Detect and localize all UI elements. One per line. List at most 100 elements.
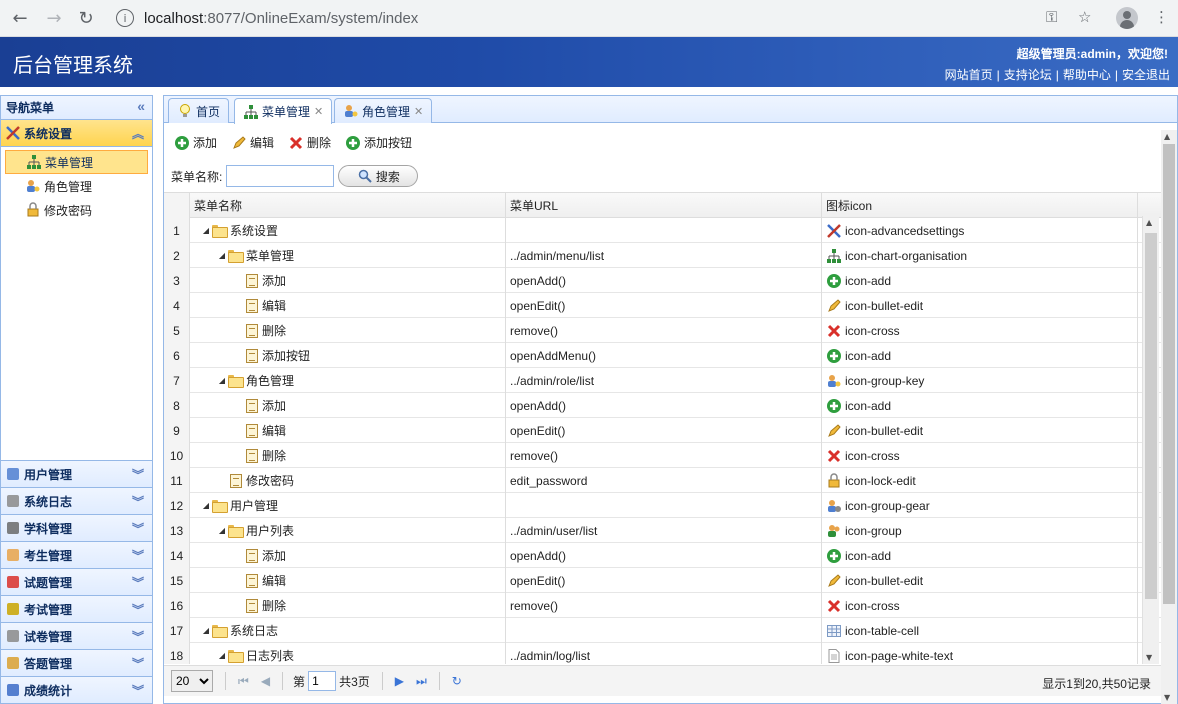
expand-arrow-icon[interactable]: ◢ <box>216 526 228 535</box>
expand-arrow-icon[interactable]: ◢ <box>216 651 228 660</box>
info-icon[interactable]: i <box>116 9 134 27</box>
cell-url[interactable]: openAdd() <box>506 543 822 568</box>
cell-url[interactable]: openEdit() <box>506 568 822 593</box>
tab-role-management[interactable]: 角色管理 ✕ <box>334 98 433 123</box>
next-page-icon[interactable]: ▶ <box>395 674 404 688</box>
address-bar[interactable]: i localhost:8077/OnlineExam/system/index <box>108 5 1108 31</box>
cell-url[interactable]: remove() <box>506 443 822 468</box>
table-row[interactable]: 5 删除 remove() icon-cross <box>164 318 1161 343</box>
close-icon[interactable]: ✕ <box>314 105 323 118</box>
cell-name[interactable]: 修改密码 <box>190 468 506 493</box>
collapse-icon[interactable]: « <box>137 98 145 114</box>
cell-icon[interactable]: icon-group-gear <box>822 493 1138 518</box>
grid-scrollbar[interactable]: ▲ ▼ <box>1142 216 1159 664</box>
star-icon[interactable]: ☆ <box>1078 8 1091 26</box>
cell-url[interactable]: openEdit() <box>506 293 822 318</box>
scroll-down-icon[interactable]: ▼ <box>1164 693 1170 702</box>
scroll-thumb[interactable] <box>1145 233 1157 599</box>
table-row[interactable]: 4 编辑 openEdit() icon-bullet-edit <box>164 293 1161 318</box>
accordion-group-4[interactable]: 考生管理 ︾ <box>1 542 152 569</box>
cell-icon[interactable]: icon-page-white-text <box>822 643 1138 664</box>
table-row[interactable]: 13 ◢ 用户列表 ../admin/user/list icon-group <box>164 518 1161 543</box>
chevron-down-icon[interactable]: ︾ <box>132 520 144 537</box>
menu-dots-icon[interactable]: ⋮ <box>1154 8 1169 26</box>
accordion-group-2[interactable]: 系统日志 ︾ <box>1 488 152 515</box>
accordion-group-1[interactable]: 用户管理 ︾ <box>1 461 152 488</box>
header-icon[interactable]: 图标icon <box>822 193 1138 218</box>
cell-name[interactable]: ◢ 用户管理 <box>190 493 506 518</box>
cell-name[interactable]: 编辑 <box>190 293 506 318</box>
cell-url[interactable]: remove() <box>506 593 822 618</box>
table-row[interactable]: 14 添加 openAdd() icon-add <box>164 543 1161 568</box>
link-logout[interactable]: 安全退出 <box>1122 68 1170 82</box>
accordion-group-7[interactable]: 试卷管理 ︾ <box>1 623 152 650</box>
cell-icon[interactable]: icon-lock-edit <box>822 468 1138 493</box>
table-row[interactable]: 9 编辑 openEdit() icon-bullet-edit <box>164 418 1161 443</box>
cell-url[interactable]: openAdd() <box>506 268 822 293</box>
accordion-system-settings[interactable]: 系统设置 ︽ <box>1 120 152 147</box>
cell-name[interactable]: 编辑 <box>190 418 506 443</box>
scroll-thumb[interactable] <box>1163 144 1175 604</box>
menu-name-input[interactable] <box>226 165 335 187</box>
cell-name[interactable]: ◢ 角色管理 <box>190 368 506 393</box>
cell-name[interactable]: ◢ 系统日志 <box>190 618 506 643</box>
cell-name[interactable]: 删除 <box>190 318 506 343</box>
cell-icon[interactable]: icon-bullet-edit <box>822 293 1138 318</box>
chevron-down-icon[interactable]: ︾ <box>132 601 144 618</box>
cell-icon[interactable]: icon-add <box>822 268 1138 293</box>
cell-url[interactable]: edit_password <box>506 468 822 493</box>
cell-icon[interactable]: icon-chart-organisation <box>822 243 1138 268</box>
edit-button[interactable]: 编辑 <box>231 134 274 151</box>
table-row[interactable]: 17 ◢ 系统日志 icon-table-cell <box>164 618 1161 643</box>
table-row[interactable]: 16 删除 remove() icon-cross <box>164 593 1161 618</box>
cell-name[interactable]: 添加 <box>190 543 506 568</box>
expand-arrow-icon[interactable]: ◢ <box>200 501 212 510</box>
cell-icon[interactable]: icon-cross <box>822 318 1138 343</box>
table-row[interactable]: 10 删除 remove() icon-cross <box>164 443 1161 468</box>
table-row[interactable]: 6 添加按钮 openAddMenu() icon-add <box>164 343 1161 368</box>
cell-icon[interactable]: icon-add <box>822 343 1138 368</box>
cell-url[interactable]: openAdd() <box>506 393 822 418</box>
table-row[interactable]: 1 ◢ 系统设置 icon-advancedsettings <box>164 218 1161 243</box>
cell-icon[interactable]: icon-add <box>822 393 1138 418</box>
link-home[interactable]: 网站首页 <box>945 68 993 82</box>
cell-icon[interactable]: icon-add <box>822 543 1138 568</box>
cell-icon[interactable]: icon-group <box>822 518 1138 543</box>
tab-menu-management[interactable]: 菜单管理 ✕ <box>234 98 333 124</box>
cell-url[interactable]: ../admin/menu/list <box>506 243 822 268</box>
prev-page-icon[interactable]: ◀ <box>261 674 270 688</box>
chevron-down-icon[interactable]: ︾ <box>132 547 144 564</box>
key-icon[interactable]: ⚿ <box>1046 8 1057 26</box>
cell-icon[interactable]: icon-cross <box>822 593 1138 618</box>
cell-icon[interactable]: icon-group-key <box>822 368 1138 393</box>
tab-home[interactable]: 首页 <box>168 98 230 123</box>
table-row[interactable]: 8 添加 openAdd() icon-add <box>164 393 1161 418</box>
accordion-group-8[interactable]: 答题管理 ︾ <box>1 650 152 677</box>
accordion-group-3[interactable]: 学科管理 ︾ <box>1 515 152 542</box>
cell-url[interactable]: ../admin/role/list <box>506 368 822 393</box>
cell-name[interactable]: 添加 <box>190 268 506 293</box>
page-number-input[interactable] <box>308 671 337 691</box>
header-name[interactable]: 菜单名称 <box>190 193 506 218</box>
expand-arrow-icon[interactable]: ◢ <box>200 226 212 235</box>
sidebar-item-role[interactable]: 角色管理 <box>5 174 148 198</box>
sidebar-item-password[interactable]: 修改密码 <box>5 198 148 222</box>
cell-url[interactable]: remove() <box>506 318 822 343</box>
search-button[interactable]: 搜索 <box>338 165 419 187</box>
sidebar-item-menu[interactable]: 菜单管理 <box>5 150 148 174</box>
cell-name[interactable]: ◢ 系统设置 <box>190 218 506 243</box>
cell-url[interactable] <box>506 493 822 518</box>
expand-arrow-icon[interactable]: ◢ <box>200 626 212 635</box>
chevron-down-icon[interactable]: ︾ <box>132 493 144 510</box>
cell-name[interactable]: 编辑 <box>190 568 506 593</box>
accordion-group-6[interactable]: 考试管理 ︾ <box>1 596 152 623</box>
link-forum[interactable]: 支持论坛 <box>1004 68 1052 82</box>
cell-icon[interactable]: icon-advancedsettings <box>822 218 1138 243</box>
chevron-down-icon[interactable]: ︾ <box>132 628 144 645</box>
chevron-down-icon[interactable]: ︾ <box>132 655 144 672</box>
table-row[interactable]: 18 ◢ 日志列表 ../admin/log/list icon-page-white-… <box>164 643 1161 664</box>
chevron-down-icon[interactable]: ︾ <box>132 466 144 483</box>
profile-avatar-icon[interactable] <box>1116 7 1138 29</box>
table-row[interactable]: 15 编辑 openEdit() icon-bullet-edit <box>164 568 1161 593</box>
table-row[interactable]: 11 修改密码 edit_password icon-lock-edit <box>164 468 1161 493</box>
